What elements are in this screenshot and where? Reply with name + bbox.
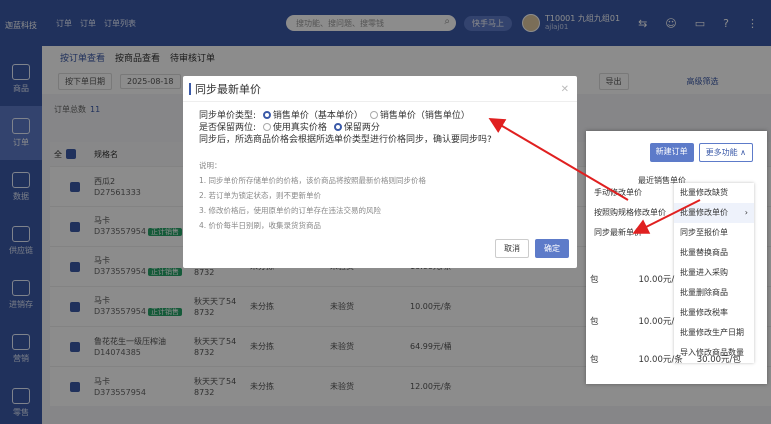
menu-item-sync-quote[interactable]: 同步至报价单 bbox=[674, 223, 754, 243]
dialog-footer: 取消 确定 bbox=[495, 239, 569, 258]
zoom-inset: 新建订单 更多功能 ∧ 最近销售单价 手动修改单价 按照购规格修改单价 同步最新… bbox=[586, 131, 767, 384]
decimal-label: 是否保留两位: bbox=[199, 123, 257, 133]
price-cell: 10.00元/条 bbox=[638, 355, 683, 365]
total-cell: 30.00元/包 bbox=[696, 355, 741, 365]
dialog-title: 同步最新单价 bbox=[195, 82, 261, 96]
dialog-header: 同步最新单价 bbox=[183, 76, 577, 102]
menu-item-batch-stock[interactable]: 批量修改缺货 bbox=[674, 183, 754, 203]
notes-title: 说明： bbox=[199, 161, 222, 170]
unit-cell: 包 bbox=[590, 317, 599, 327]
inset-row: 包 10.00元/ bbox=[586, 315, 767, 327]
menu-item-replace-goods[interactable]: 批量替换商品 bbox=[674, 243, 754, 263]
dialog-body: 同步单价类型: 销售单价（基本单价） 销售单价（销售单位） 是否保留两位: 使用… bbox=[183, 102, 577, 241]
confirm-button[interactable]: 确定 bbox=[535, 239, 569, 258]
radio-sale-unit[interactable] bbox=[369, 111, 378, 119]
note-line: 2. 若订单为锁定状态，则不更新单价 bbox=[199, 191, 322, 200]
menu-item-delete-goods[interactable]: 批量删除商品 bbox=[674, 283, 754, 303]
price-cell: 10.00元/ bbox=[638, 275, 675, 285]
menu-item-batch-price[interactable]: 批量修改单价 › bbox=[674, 203, 754, 223]
radio-basic-price-label: 销售单价（基本单价） bbox=[272, 111, 363, 121]
note-line: 4. 价价每半日别刷，收集录货货商品 bbox=[199, 221, 322, 230]
cancel-button[interactable]: 取消 bbox=[495, 239, 529, 258]
radio-basic-price[interactable] bbox=[262, 111, 271, 119]
more-functions-button[interactable]: 更多功能 ∧ bbox=[698, 143, 753, 162]
radio-real-price-label: 使用真实价格 bbox=[272, 123, 327, 133]
menu-item-label: 批量修改单价 bbox=[680, 208, 728, 217]
new-order-button[interactable]: 新建订单 bbox=[649, 143, 694, 162]
radio-real-price[interactable] bbox=[262, 123, 271, 131]
notes: 说明： 1. 同步单价所存储单价的价格，该价商品将按照最新价格则同步价格 2. … bbox=[199, 158, 561, 233]
menu-item-sync-price[interactable]: 同步最新单价 bbox=[590, 223, 670, 243]
radio-keep-two[interactable] bbox=[333, 123, 342, 131]
radio-keep-two-label: 保留两分 bbox=[343, 123, 380, 133]
price-submenu: 手动修改单价 按照购规格修改单价 同步最新单价 bbox=[590, 183, 670, 243]
chevron-right-icon: › bbox=[744, 208, 748, 217]
note-line: 3. 修改价格后，使用原单价的订单存在违法交易的风险 bbox=[199, 206, 382, 215]
unit-cell: 包 bbox=[590, 355, 599, 365]
inset-row: 包 10.00元/条 30.00元/包 bbox=[586, 353, 767, 365]
close-icon[interactable]: ✕ bbox=[561, 84, 569, 95]
inset-row: 包 10.00元/ bbox=[586, 273, 767, 285]
confirm-text: 同步后，所选商品价格会根据所选单价类型进行价格同步，确认要同步吗? bbox=[199, 135, 492, 145]
price-cell: 10.00元/ bbox=[638, 317, 675, 327]
radio-sale-unit-label: 销售单价（销售单位） bbox=[379, 111, 470, 121]
note-line: 1. 同步单价所存储单价的价格，该价商品将按照最新价格则同步价格 bbox=[199, 176, 427, 185]
price-type-label: 同步单价类型: bbox=[199, 111, 257, 121]
sync-price-dialog: 同步最新单价 ✕ 同步单价类型: 销售单价（基本单价） 销售单价（销售单位） 是… bbox=[183, 76, 577, 268]
unit-cell: 包 bbox=[590, 275, 599, 285]
menu-item-manual-price[interactable]: 手动修改单价 bbox=[590, 183, 670, 203]
title-bar-accent bbox=[189, 82, 191, 95]
menu-item-spec-price[interactable]: 按照购规格修改单价 bbox=[590, 203, 670, 223]
